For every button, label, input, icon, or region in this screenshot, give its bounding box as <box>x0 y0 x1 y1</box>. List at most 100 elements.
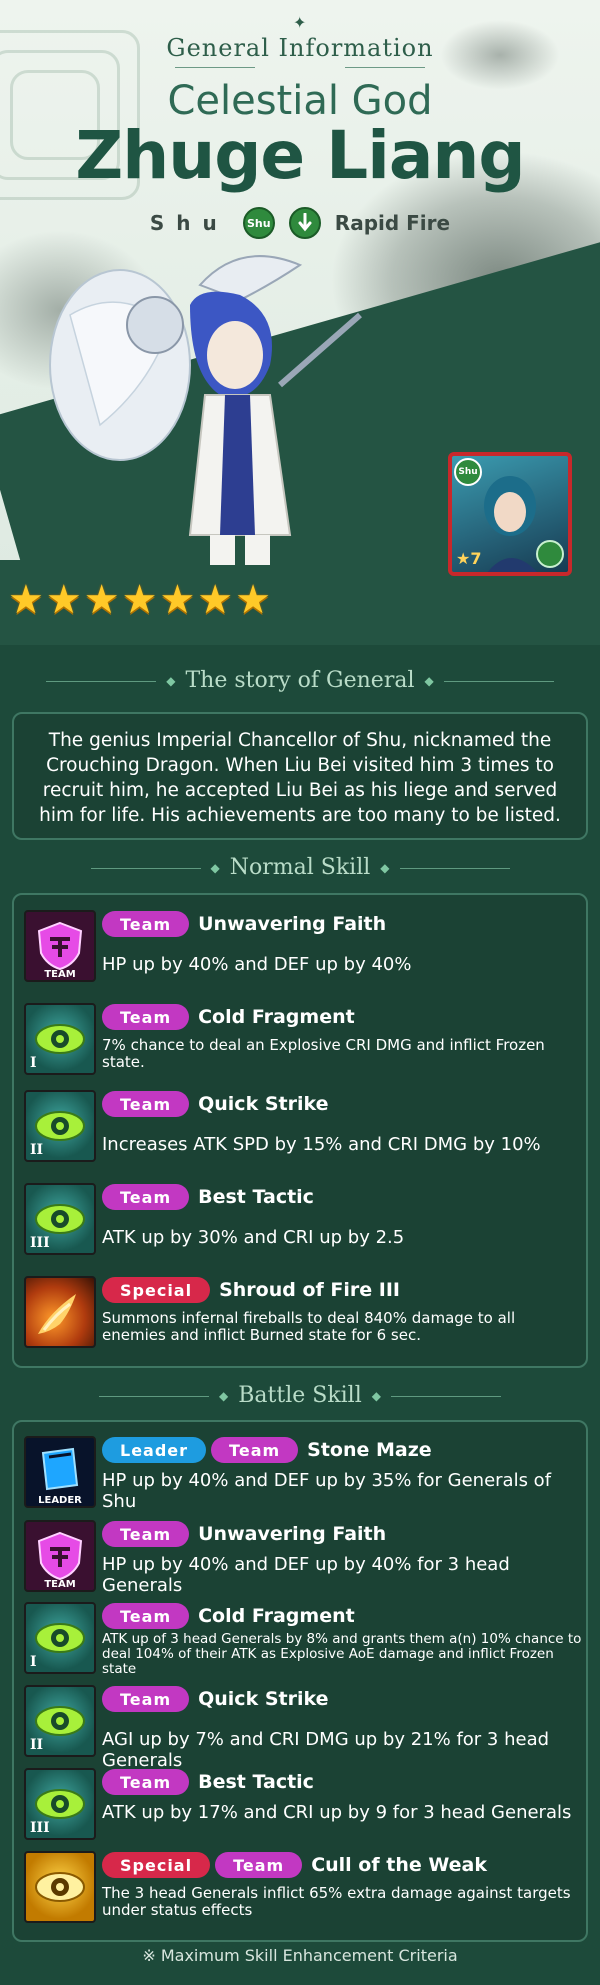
green-eye-icon: II <box>24 1090 96 1162</box>
skill-description: HP up by 40% and DEF up by 35% for Gener… <box>102 1470 552 1512</box>
skill-row[interactable]: Special Shroud of Fire III Summons inferna… <box>24 1276 579 1354</box>
skill-row[interactable]: II Team Quick Strike AGI up by 7% and CRI D… <box>24 1685 579 1771</box>
skill-row[interactable]: I Team Cold Fragment ATK up of 3 head Gener… <box>24 1602 581 1680</box>
skill-header: Team Cold Fragment <box>102 1602 355 1630</box>
star-icon: ★ <box>8 577 44 623</box>
sparkle-icon: ✦ <box>293 13 307 32</box>
faction-label: Shu <box>149 211 229 235</box>
skill-header: Team Quick Strike <box>102 1090 328 1118</box>
star-icon: ★ <box>197 577 234 623</box>
character-artwork <box>49 255 362 565</box>
rapid-fire-icon <box>288 207 321 239</box>
gold-eye-icon <box>24 1851 96 1923</box>
general-portrait-card[interactable]: Shu ★7 <box>448 452 572 576</box>
skill-row[interactable]: II Team Quick Strike Increases ATK SPD by 1… <box>24 1090 579 1168</box>
normal-skill-heading: ◆ Normal Skill ◆ <box>0 855 600 880</box>
skill-description: ATK up by 30% and CRI up by 2.5 <box>102 1227 405 1248</box>
green-eye-icon: III <box>24 1183 96 1255</box>
skill-header: Team Best Tactic <box>102 1768 314 1796</box>
general-name: Zhuge Liang <box>75 117 525 194</box>
skill-description: AGI up by 7% and CRI DMG up by 21% for 3… <box>102 1729 550 1771</box>
skill-name: Stone Maze <box>307 1439 432 1461</box>
battle-skill-heading: ◆ Battle Skill ◆ <box>0 1383 600 1408</box>
skill-tag-team: Team <box>102 1184 190 1210</box>
section-label: General Information <box>166 34 434 62</box>
story-title: The story of General <box>185 668 415 693</box>
skill-row[interactable]: TEAM Team Unwavering Faith HP up by 40% and… <box>24 1520 579 1598</box>
green-eye-icon: I <box>24 1003 96 1075</box>
skill-description: ATK up by 17% and CRI up by 9 for 3 head… <box>102 1802 572 1823</box>
skill-header: Leader Team Stone Maze <box>102 1436 432 1464</box>
skill-tag-team: Team <box>102 1004 190 1030</box>
skill-tag-special: Special <box>102 1852 211 1878</box>
skill-type-label: TEAM <box>44 969 76 980</box>
skill-row[interactable]: III Team Best Tactic ATK up by 17% and CRI … <box>24 1768 579 1846</box>
skill-description: Summons infernal fireballs to deal 840% … <box>102 1309 516 1344</box>
hero-banner: ✦ General Information Celestial God Zhug… <box>0 0 600 645</box>
skill-name: Cull of the Weak <box>311 1854 487 1876</box>
skill-tag-team: Team <box>102 911 190 937</box>
skill-row[interactable]: I Team Cold Fragment 7% chance to deal an E… <box>24 1003 579 1081</box>
divider <box>345 67 425 68</box>
skill-header: Special Team Cull of the Weak <box>102 1851 487 1879</box>
skill-tag-team: Team <box>215 1852 303 1878</box>
skill-name: Quick Strike <box>198 1688 329 1710</box>
fireball-icon <box>24 1276 96 1348</box>
skill-name: Quick Strike <box>198 1093 329 1115</box>
star-icon: ★ <box>159 577 196 623</box>
skill-row[interactable]: LEADER Leader Team Stone Maze HP up by 40% a… <box>24 1436 579 1514</box>
green-eye-icon: II <box>24 1685 96 1757</box>
skill-row[interactable]: III Team Best Tactic ATK up by 30% and CRI … <box>24 1183 579 1261</box>
divider <box>175 67 255 68</box>
skill-tag-team: Team <box>211 1437 299 1463</box>
green-eye-icon: III <box>24 1768 96 1840</box>
skill-tag-team: Team <box>102 1769 190 1795</box>
skill-description: Increases ATK SPD by 15% and CRI DMG by … <box>102 1134 541 1155</box>
skill-description: The 3 head Generals inflict 65% extra da… <box>102 1884 571 1919</box>
skill-tag-team: Team <box>102 1521 190 1547</box>
rapid-fire-icon <box>536 540 564 568</box>
star-icon: ★ <box>45 577 82 623</box>
skill-row[interactable]: Special Team Cull of the Weak The 3 head Ge… <box>24 1851 579 1929</box>
rarity-stars: ★ ★ ★ ★ ★ ★ ★ <box>8 580 271 620</box>
skill-description: HP up by 40% and DEF up by 40% for 3 hea… <box>102 1554 510 1596</box>
general-attributes: Shu Shu Rapid Fire <box>0 205 600 241</box>
leader-book-icon: LEADER <box>24 1436 96 1508</box>
skill-tier-label: II <box>30 1142 44 1158</box>
skill-description: 7% chance to deal an Explosive CRI DMG a… <box>102 1036 545 1071</box>
story-section-heading: ◆ The story of General ◆ <box>0 668 600 693</box>
skill-tag-team: Team <box>102 1603 190 1629</box>
team-shield-icon: TEAM <box>24 910 96 982</box>
battle-skill-title: Battle Skill <box>238 1383 362 1408</box>
skill-tag-team: Team <box>102 1091 190 1117</box>
normal-skill-title: Normal Skill <box>229 855 371 880</box>
footer-note: ※ Maximum Skill Enhancement Criteria <box>142 1946 458 1965</box>
team-shield-icon: TEAM <box>24 1520 96 1592</box>
skill-tier-label: I <box>30 1654 37 1670</box>
story-text: The genius Imperial Chancellor of Shu, n… <box>39 730 561 826</box>
skill-name: Cold Fragment <box>198 1006 355 1028</box>
skill-header: Team Unwavering Faith <box>102 910 386 938</box>
skill-name: Unwavering Faith <box>198 913 387 935</box>
skill-tier-label: III <box>30 1820 50 1836</box>
skill-name: Best Tactic <box>198 1771 314 1793</box>
green-eye-icon: I <box>24 1602 96 1674</box>
skill-header: Special Shroud of Fire III <box>102 1276 400 1304</box>
skill-tier-label: III <box>30 1235 50 1251</box>
skill-type-label: LEADER <box>38 1495 82 1506</box>
skill-tier-label: I <box>30 1055 37 1071</box>
skill-description: HP up by 40% and DEF up by 40% <box>102 954 412 975</box>
skill-header: Team Cold Fragment <box>102 1003 355 1031</box>
skill-name: Shroud of Fire III <box>219 1279 400 1301</box>
skill-tag-leader: Leader <box>102 1437 207 1463</box>
star-icon: ★ <box>121 577 158 623</box>
skill-name: Cold Fragment <box>198 1605 355 1627</box>
skill-type-label: TEAM <box>44 1579 76 1590</box>
skill-name: Best Tactic <box>198 1186 314 1208</box>
star-level: ★7 <box>456 549 482 568</box>
type-label: Rapid Fire <box>334 211 451 235</box>
skill-header: Team Quick Strike <box>102 1685 328 1713</box>
star-icon: ★ <box>83 577 120 623</box>
star-icon: ★ <box>235 577 272 623</box>
skill-row[interactable]: TEAM Team Unwavering Faith HP up by 40% and… <box>24 910 579 988</box>
